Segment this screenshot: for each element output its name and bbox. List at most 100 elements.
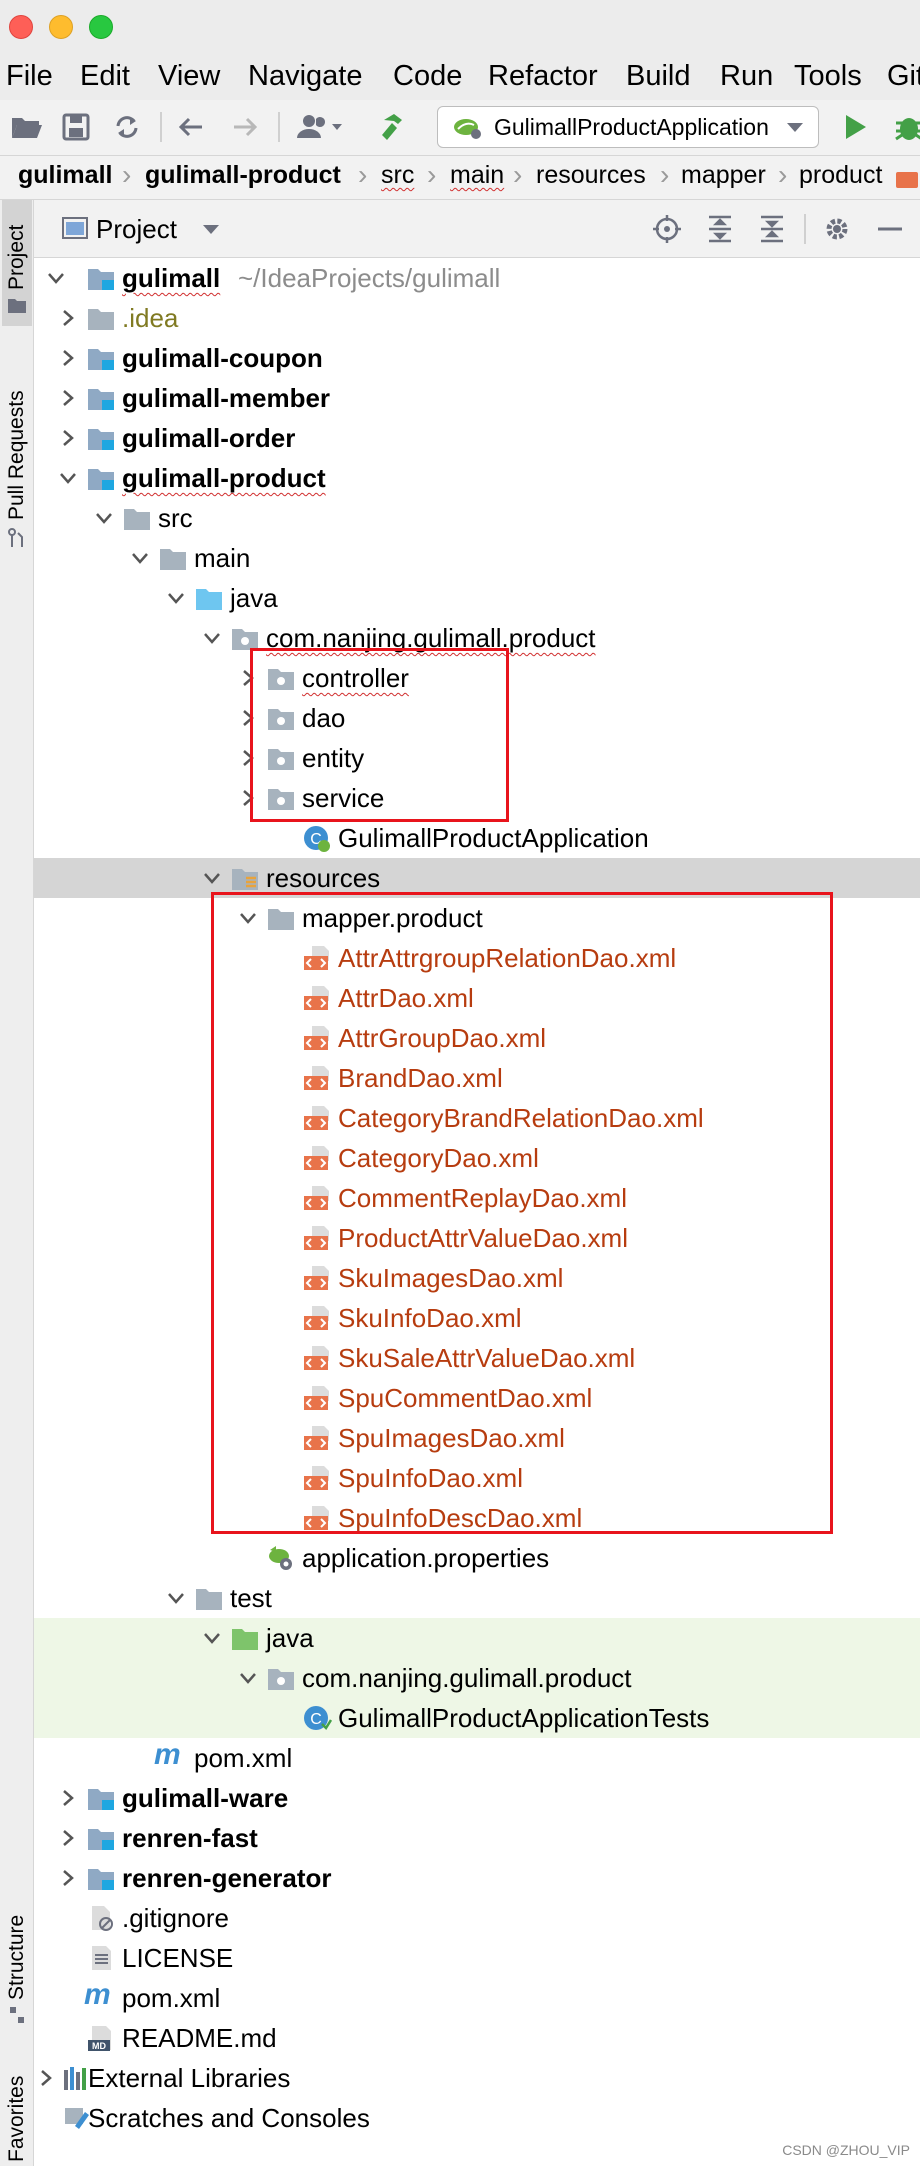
breadcrumb-product[interactable]: product xyxy=(799,161,882,190)
module-folder-icon xyxy=(88,1829,114,1850)
tree-row-gulimall-product[interactable]: gulimall-product xyxy=(34,458,920,498)
tree-row-product-pom[interactable]: m pom.xml xyxy=(34,1738,920,1778)
chevron-right-icon[interactable] xyxy=(34,2066,58,2090)
chevron-down-icon[interactable] xyxy=(92,506,116,530)
menu-navigate[interactable]: Navigate xyxy=(248,60,362,93)
module-folder-icon xyxy=(88,1869,114,1890)
chevron-down-icon[interactable] xyxy=(128,546,152,570)
locate-file-icon[interactable] xyxy=(652,214,682,244)
tree-row-gulimall-ware[interactable]: gulimall-ware xyxy=(34,1778,920,1818)
tree-label: gulimall-member xyxy=(122,383,331,413)
chevron-right-icon[interactable] xyxy=(56,426,80,450)
tree-label: renren-generator xyxy=(122,1863,332,1893)
breadcrumb-resources[interactable]: resources xyxy=(536,161,646,190)
structure-tool-tab[interactable]: Structure xyxy=(2,1880,32,2023)
project-panel-title[interactable]: Project xyxy=(96,214,177,245)
tree-row-gitignore[interactable]: .gitignore xyxy=(34,1898,920,1938)
tree-row-gulimall-order[interactable]: gulimall-order xyxy=(34,418,920,458)
chevron-down-icon[interactable] xyxy=(56,466,80,490)
build-hammer-icon[interactable] xyxy=(378,110,416,144)
project-view-icon xyxy=(62,217,88,239)
tree-row-readme[interactable]: MD README.md xyxy=(34,2018,920,2058)
debug-icon[interactable] xyxy=(892,110,920,144)
sync-icon[interactable] xyxy=(110,110,144,144)
open-folder-icon[interactable] xyxy=(8,110,44,144)
menu-code[interactable]: Code xyxy=(393,60,462,93)
tree-row-external-libraries[interactable]: External Libraries xyxy=(34,2058,920,2098)
tree-label: pom.xml xyxy=(194,1743,293,1773)
menu-refactor[interactable]: Refactor xyxy=(488,60,598,93)
tree-row-test[interactable]: test xyxy=(34,1578,920,1618)
breadcrumb-mapper[interactable]: mapper xyxy=(681,161,766,190)
tree-row-test-java[interactable]: java xyxy=(34,1618,920,1658)
tree-row-gulimall[interactable]: gulimall ~/IdeaProjects/gulimall xyxy=(34,258,920,298)
ignore-file-icon xyxy=(92,1906,113,1931)
back-arrow-icon[interactable] xyxy=(174,110,208,144)
tree-row-application-properties[interactable]: application.properties xyxy=(34,1538,920,1578)
favorites-tool-tab[interactable]: Favorites xyxy=(2,2050,32,2166)
tree-row-application-class[interactable]: C GulimallProductApplication xyxy=(34,818,920,858)
menu-view[interactable]: View xyxy=(158,60,220,93)
highlight-box-packages xyxy=(250,648,509,822)
chevron-right-icon[interactable] xyxy=(56,1826,80,1850)
tree-row-main[interactable]: main xyxy=(34,538,920,578)
chevron-down-icon[interactable] xyxy=(44,266,68,290)
tree-row-java[interactable]: java xyxy=(34,578,920,618)
pull-requests-tool-tab[interactable]: Pull Requests xyxy=(2,360,32,590)
tree-row-root-pom[interactable]: m pom.xml xyxy=(34,1978,920,2018)
expand-all-icon[interactable] xyxy=(706,214,734,244)
tree-row-gulimall-coupon[interactable]: gulimall-coupon xyxy=(34,338,920,378)
menu-edit[interactable]: Edit xyxy=(80,60,130,93)
forward-arrow-icon[interactable] xyxy=(228,110,262,144)
zoom-window-button[interactable] xyxy=(89,15,113,39)
tree-row-renren-fast[interactable]: renren-fast xyxy=(34,1818,920,1858)
test-folder-icon xyxy=(232,1629,258,1650)
module-folder-icon xyxy=(88,269,114,290)
chevron-down-icon[interactable] xyxy=(202,224,220,236)
tree-row-gulimall-member[interactable]: gulimall-member xyxy=(34,378,920,418)
markdown-file-icon: MD xyxy=(88,2026,111,2051)
tree-row-test-class[interactable]: C GulimallProductApplicationTests xyxy=(34,1698,920,1738)
breadcrumb-src[interactable]: src xyxy=(381,161,414,190)
tree-label: gulimall xyxy=(122,263,221,293)
menu-run[interactable]: Run xyxy=(720,60,773,93)
tree-label: application.properties xyxy=(302,1543,550,1573)
collapse-all-icon[interactable] xyxy=(758,214,786,244)
breadcrumb-gulimall[interactable]: gulimall xyxy=(18,161,112,190)
run-configuration-dropdown[interactable]: GulimallProductApplication xyxy=(437,106,819,148)
save-icon[interactable] xyxy=(60,110,92,144)
menu-build[interactable]: Build xyxy=(626,60,691,93)
breadcrumb-gulimall-product[interactable]: gulimall-product xyxy=(145,161,341,190)
chevron-down-icon[interactable] xyxy=(200,1626,224,1650)
chevron-right-icon[interactable] xyxy=(56,1786,80,1810)
project-tool-tab[interactable]: Project xyxy=(2,200,32,326)
chevron-down-icon[interactable] xyxy=(164,586,188,610)
tree-row-test-package[interactable]: com.nanjing.gulimall.product xyxy=(34,1658,920,1698)
chevron-right-icon[interactable] xyxy=(56,386,80,410)
chevron-down-icon[interactable] xyxy=(236,1666,260,1690)
menu-tools[interactable]: Tools xyxy=(794,60,862,93)
tree-row-src[interactable]: src xyxy=(34,498,920,538)
tree-row-renren-generator[interactable]: renren-generator xyxy=(34,1858,920,1898)
test-class-icon: C xyxy=(304,1706,332,1730)
run-icon[interactable] xyxy=(842,110,870,144)
menu-file[interactable]: File xyxy=(6,60,53,93)
gear-icon[interactable] xyxy=(822,214,852,244)
breadcrumb-main[interactable]: main xyxy=(450,161,504,190)
folder-icon xyxy=(124,509,150,530)
tree-row-idea[interactable]: .idea xyxy=(34,298,920,338)
minimize-window-button[interactable] xyxy=(49,15,73,39)
chevron-down-icon[interactable] xyxy=(164,1586,188,1610)
toolbar-divider xyxy=(160,112,162,142)
tree-row-license[interactable]: LICENSE xyxy=(34,1938,920,1978)
hide-panel-icon[interactable] xyxy=(876,222,904,236)
menu-git[interactable]: Git xyxy=(887,60,920,93)
chevron-right-icon[interactable] xyxy=(56,346,80,370)
user-dropdown-icon[interactable] xyxy=(294,110,348,144)
chevron-down-icon[interactable] xyxy=(200,866,224,890)
close-window-button[interactable] xyxy=(9,15,33,39)
tree-row-scratches[interactable]: Scratches and Consoles xyxy=(34,2098,920,2138)
chevron-down-icon[interactable] xyxy=(200,626,224,650)
chevron-right-icon[interactable] xyxy=(56,1866,80,1890)
chevron-right-icon[interactable] xyxy=(56,306,80,330)
